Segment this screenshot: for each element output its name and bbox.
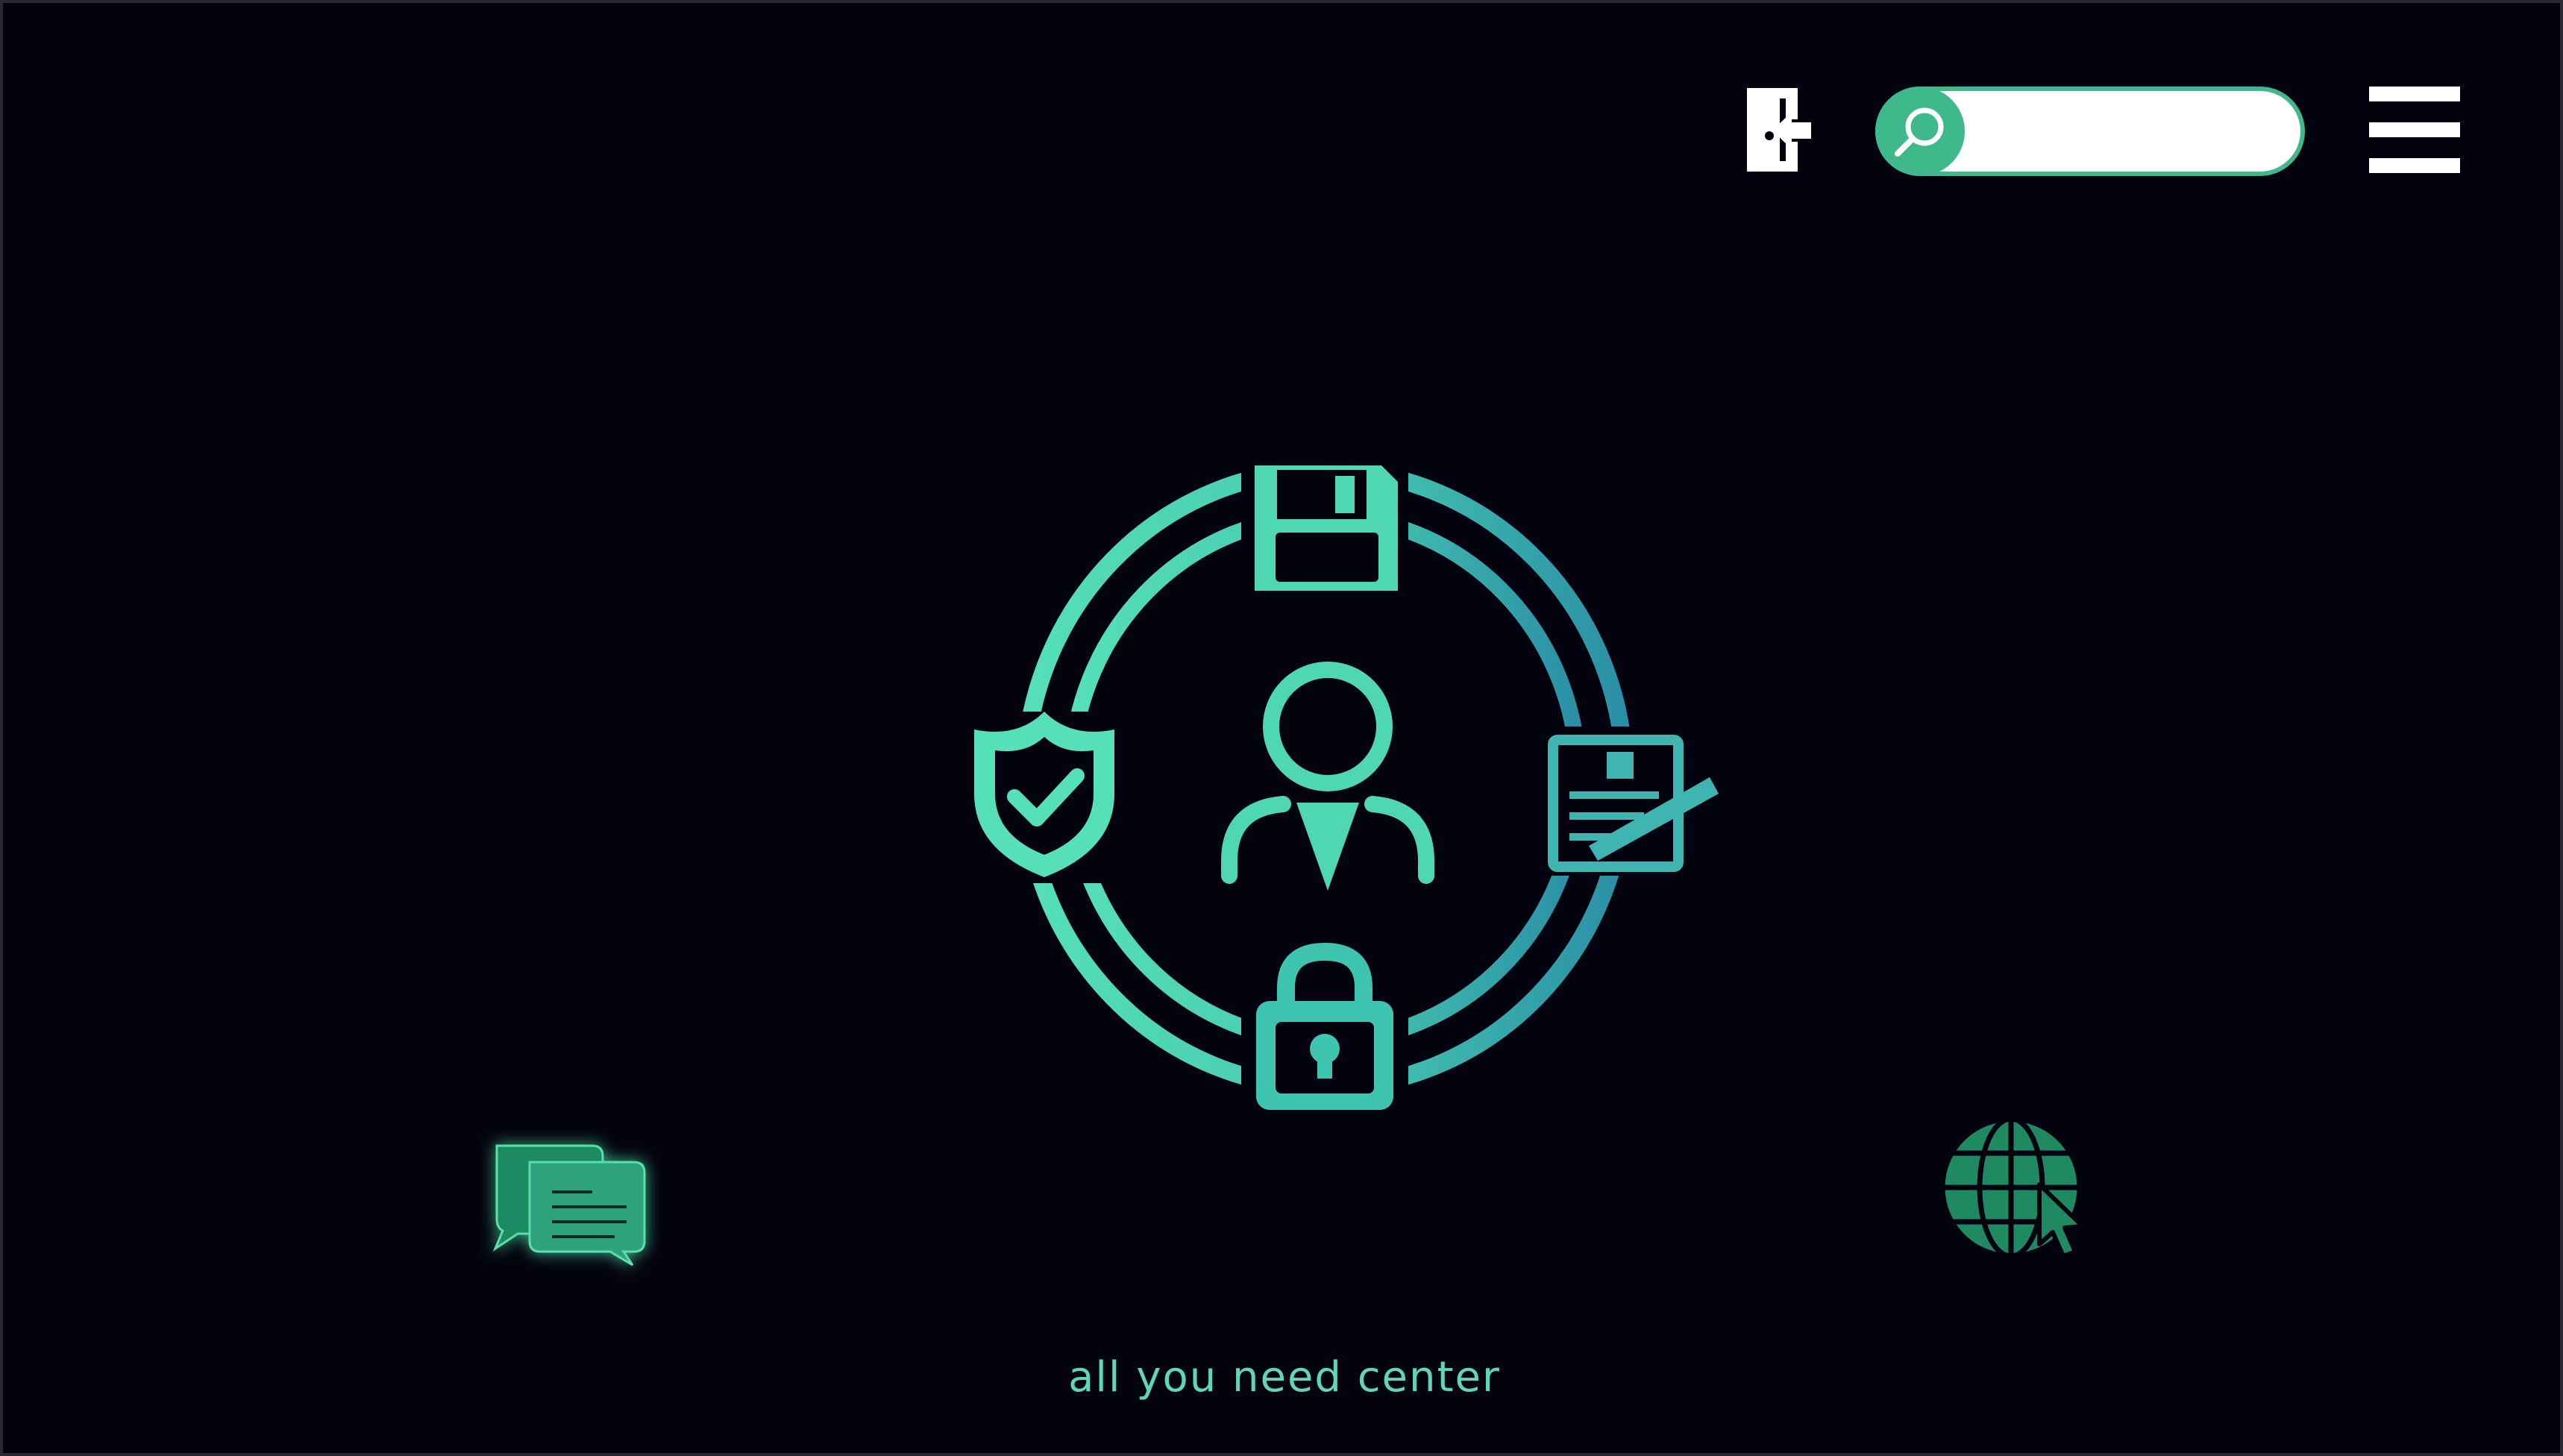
search-input[interactable] [1974, 101, 2290, 163]
user-icon [1221, 662, 1434, 891]
search-icon[interactable] [1875, 87, 1965, 176]
app-screen: all you need center [0, 0, 2563, 1456]
menu-button[interactable] [2369, 87, 2460, 173]
document-signature-icon [1540, 727, 1719, 876]
search-box[interactable] [1875, 87, 2305, 176]
logout-door-icon [1747, 88, 1811, 172]
padlock-icon [1241, 942, 1408, 1122]
shield-check-icon [962, 712, 1128, 883]
globe-button[interactable] [1936, 1111, 2109, 1268]
chat-bubbles-icon [492, 1144, 646, 1267]
menu-bar [2369, 87, 2460, 101]
logout-button[interactable] [1739, 85, 1816, 175]
chat-button[interactable] [480, 1129, 659, 1278]
tagline: all you need center [1068, 1353, 1501, 1402]
floppy-disk-icon [1241, 455, 1408, 607]
globe-cursor-icon [1939, 1116, 2085, 1259]
menu-bar [2369, 158, 2460, 173]
hero-emblem [962, 455, 1719, 1122]
menu-bar [2369, 122, 2460, 137]
